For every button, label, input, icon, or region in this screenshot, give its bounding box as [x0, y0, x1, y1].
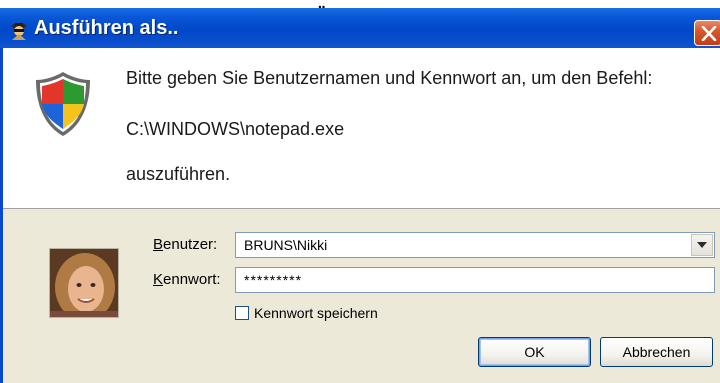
user-combobox[interactable]: BRUNS\Nikki	[235, 232, 715, 258]
credentials-area: Benutzer: BRUNS\Nikki Kennwort: ********…	[3, 209, 720, 383]
prompt-suffix: auszuführen.	[126, 164, 231, 184]
close-icon	[701, 26, 717, 41]
user-avatar	[49, 248, 119, 318]
title-bar[interactable]: Ausführen als..	[0, 8, 720, 48]
prompt-area: Bitte geben Sie Benutzernamen und Kennwo…	[3, 48, 720, 208]
cancel-button[interactable]: Abbrechen	[600, 337, 713, 367]
command-path: C:\WINDOWS\notepad.exe	[126, 119, 345, 139]
user-label: Benutzer:	[153, 236, 218, 253]
password-value: *********	[244, 272, 303, 288]
run-as-icon	[8, 20, 30, 40]
password-field[interactable]: *********	[235, 267, 715, 293]
save-password-label: Kennwort speichern	[254, 305, 378, 321]
chevron-down-icon	[697, 242, 707, 248]
password-label: Kennwort:	[153, 271, 221, 288]
user-dropdown-button[interactable]	[691, 234, 713, 256]
prompt-instruction: Bitte geben Sie Benutzernamen und Kennwo…	[126, 68, 653, 88]
background-text-fragment: „	[318, 0, 325, 8]
user-value: BRUNS\Nikki	[244, 237, 328, 253]
background-window-fragment: „	[0, 0, 720, 8]
close-button[interactable]	[694, 20, 720, 46]
ok-button[interactable]: OK	[478, 337, 591, 367]
window-title: Ausführen als..	[34, 17, 179, 39]
security-shield-icon	[33, 70, 93, 143]
save-password-checkbox[interactable]	[235, 306, 249, 320]
